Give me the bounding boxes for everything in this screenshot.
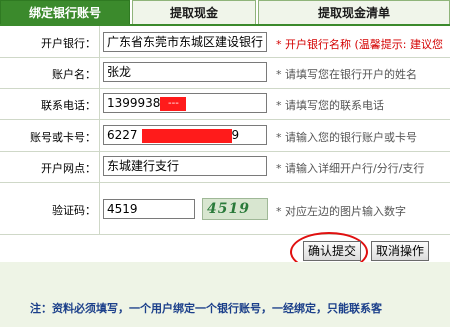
column-divider — [99, 26, 100, 57]
tab-bind-bank-account[interactable]: 绑定银行账号 — [0, 0, 130, 24]
branch-input[interactable]: 东城建行支行 — [103, 156, 267, 176]
branch-hint: * 请输入详细开户行/分行/支行 — [276, 162, 425, 175]
captcha-input[interactable]: 4519 — [103, 199, 195, 219]
tab-withdraw-cash-list[interactable]: 提取现金清单 — [258, 0, 450, 24]
branch-label: 开户网点： — [41, 162, 96, 175]
form-row-phone: 联系电话： 1399938 --- * 请填写您的联系电话 — [0, 88, 450, 120]
account-number-redaction — [141, 128, 232, 143]
phone-hint: * 请填写您的联系电话 — [276, 99, 384, 112]
account-name-hint: * 请填写您在银行开户的姓名 — [276, 68, 417, 81]
footer-note: 注：资料必须填写，一个用户绑定一个银行账号，一经绑定，只能联系客 — [30, 302, 382, 315]
bank-input[interactable]: 广东省东莞市东城区建设银行 — [103, 32, 267, 52]
bank-hint: * 开户银行名称 (温馨提示: 建议您 — [276, 38, 443, 51]
account-number-label: 账号或卡号： — [30, 131, 96, 144]
footer-panel: 注：资料必须填写，一个用户绑定一个银行账号，一经绑定，只能联系客 — [0, 262, 450, 327]
phone-redaction: --- — [160, 96, 187, 111]
captcha-hint: * 对应左边的图片输入数字 — [276, 205, 406, 218]
form-row-branch: 开户网点： 东城建行支行 * 请输入详细开户行/分行/支行 — [0, 151, 450, 183]
submit-button[interactable]: 确认提交 — [303, 241, 361, 261]
column-divider — [99, 88, 100, 119]
cancel-button[interactable]: 取消操作 — [371, 241, 429, 261]
bank-label: 开户银行： — [41, 37, 96, 50]
column-divider — [99, 119, 100, 151]
captcha-image[interactable]: 4519 — [202, 198, 268, 220]
column-divider — [99, 182, 100, 234]
account-name-label: 账户名： — [52, 68, 96, 81]
bank-account-form: 开户银行： 广东省东莞市东城区建设银行 * 开户银行名称 (温馨提示: 建议您 … — [0, 26, 450, 262]
phone-input[interactable]: 1399938 --- — [103, 93, 267, 113]
account-number-prefix: 6227 — [107, 128, 138, 142]
form-row-account-number: 账号或卡号： 6227 9 * 请输入您的银行账户或卡号 — [0, 119, 450, 152]
phone-value: 1399938 — [107, 96, 161, 110]
column-divider — [99, 57, 100, 88]
tab-withdraw-cash[interactable]: 提取现金 — [132, 0, 256, 24]
phone-label: 联系电话： — [41, 99, 96, 112]
captcha-label: 验证码： — [52, 204, 96, 217]
form-row-account-name: 账户名： 张龙 * 请填写您在银行开户的姓名 — [0, 57, 450, 89]
account-number-suffix: 9 — [231, 128, 240, 142]
account-number-hint: * 请输入您的银行账户或卡号 — [276, 131, 417, 144]
tab-bar: 绑定银行账号 提取现金 提取现金清单 — [0, 0, 450, 26]
form-row-bank: 开户银行： 广东省东莞市东城区建设银行 * 开户银行名称 (温馨提示: 建议您 — [0, 26, 450, 58]
account-number-input[interactable]: 6227 9 — [103, 125, 267, 145]
column-divider — [99, 151, 100, 182]
account-name-input[interactable]: 张龙 — [103, 62, 267, 82]
